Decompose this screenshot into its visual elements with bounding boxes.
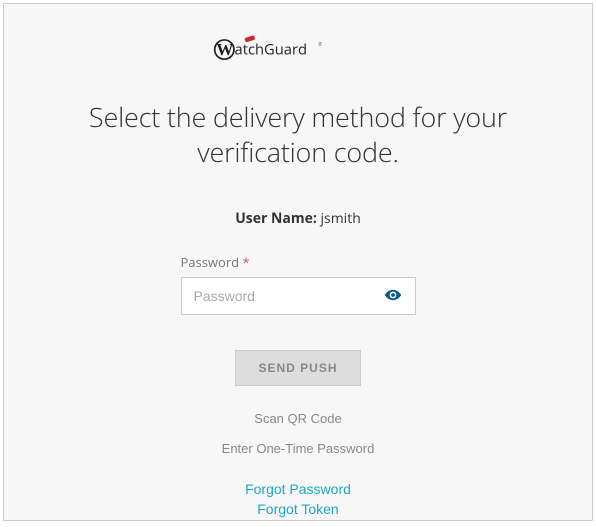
page-title: Select the delivery method for your veri… — [44, 99, 552, 169]
password-field-group: Password * — [181, 253, 416, 315]
scan-qr-link[interactable]: Scan QR Code — [254, 411, 341, 426]
password-label: Password * — [181, 253, 416, 271]
forgot-token-link[interactable]: Forgot Token — [257, 501, 338, 517]
username-label: User Name — [235, 209, 313, 228]
send-push-button[interactable]: SEND PUSH — [235, 350, 360, 386]
required-mark: * — [243, 253, 250, 271]
username-value: jsmith — [321, 209, 361, 228]
svg-text:atchGuard: atchGuard — [235, 40, 307, 60]
forgot-password-link[interactable]: Forgot Password — [245, 481, 351, 497]
watchguard-logo: W atchGuard ® — [213, 29, 383, 69]
enter-otp-link[interactable]: Enter One-Time Password — [222, 441, 375, 456]
svg-text:W: W — [216, 40, 233, 59]
svg-text:®: ® — [318, 41, 322, 48]
auth-container: W atchGuard ® Select the delivery method… — [3, 3, 593, 521]
footer-links: Forgot Password Forgot Token — [245, 481, 351, 521]
username-display: User Name: jsmith — [235, 209, 361, 228]
eye-icon — [384, 286, 402, 307]
toggle-password-visibility[interactable] — [380, 282, 406, 311]
